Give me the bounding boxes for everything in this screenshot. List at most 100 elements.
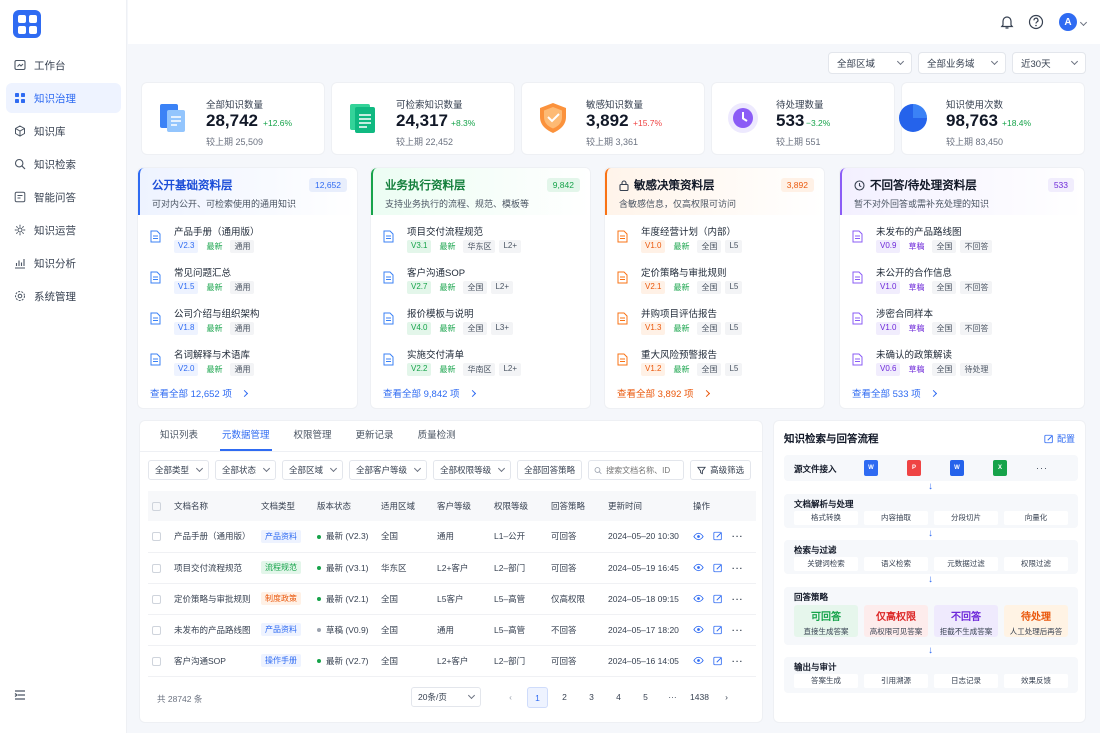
select-all-checkbox[interactable]: [152, 502, 161, 512]
view-icon[interactable]: [693, 562, 704, 573]
column-header[interactable]: 更新时间: [604, 491, 689, 521]
answer-strategy-filter[interactable]: 全部回答策略: [517, 460, 583, 480]
page-button[interactable]: 5: [635, 687, 656, 708]
app-logo[interactable]: [13, 10, 41, 38]
list-item[interactable]: 客户沟通SOP V2.7 最新 全国 L2+: [383, 265, 583, 301]
more-icon[interactable]: ···: [732, 656, 744, 666]
tab-knowledge-list[interactable]: 知识列表: [148, 421, 210, 451]
edit-icon[interactable]: [713, 656, 723, 666]
list-item[interactable]: 项目交付流程规范 V3.1 最新 华东区 L2+: [383, 224, 583, 260]
collapse-sidebar-icon[interactable]: [13, 688, 27, 702]
page-button[interactable]: 3: [581, 687, 602, 708]
view-all-link[interactable]: 查看全部 533 项: [852, 386, 937, 400]
chevron-down-icon[interactable]: [1079, 18, 1088, 27]
page-button[interactable]: 4: [608, 687, 629, 708]
page-button[interactable]: 1: [527, 687, 548, 708]
view-all-link[interactable]: 查看全部 3,892 项: [617, 386, 710, 400]
period-select[interactable]: 近30天: [1012, 52, 1086, 74]
row-checkbox[interactable]: [152, 532, 161, 542]
type-filter[interactable]: 全部类型: [148, 460, 210, 480]
list-item[interactable]: 年度经营计划（内部） V1.0 最新 全国 L5: [617, 224, 817, 260]
column-header[interactable]: 版本状态: [313, 491, 377, 521]
sidebar-item-operations[interactable]: 知识运营: [6, 215, 121, 245]
region-select[interactable]: 全部区域: [828, 52, 912, 74]
more-icon[interactable]: ···: [732, 563, 744, 573]
list-item[interactable]: 重大风险预警报告 V1.2 最新 全国 L5: [617, 347, 817, 383]
sidebar-item-system[interactable]: 系统管理: [6, 281, 121, 311]
lock-icon: [619, 179, 629, 191]
page-button[interactable]: 1438: [689, 687, 710, 708]
sidebar-item-analysis[interactable]: 知识分析: [6, 248, 121, 278]
document-icon: [150, 230, 161, 243]
help-icon[interactable]: [1027, 13, 1045, 31]
column-header[interactable]: 回答策略: [547, 491, 604, 521]
clock-icon: [854, 179, 865, 191]
advanced-filter-button[interactable]: 高级筛选: [690, 460, 752, 480]
config-button[interactable]: 配置: [1044, 432, 1075, 445]
list-item[interactable]: 未发布的产品路线图 V0.9 草稿 全国 不回答: [852, 224, 1052, 260]
tab-quality[interactable]: 质量检测: [406, 421, 468, 451]
list-item[interactable]: 产品手册（通用版） V2.3 最新 通用: [150, 224, 350, 260]
view-all-link[interactable]: 查看全部 9,842 项: [383, 386, 476, 400]
status-filter[interactable]: 全部状态: [215, 460, 277, 480]
column-header[interactable]: 文档类型: [257, 491, 313, 521]
avatar[interactable]: A: [1059, 13, 1077, 31]
more-icon[interactable]: ···: [732, 625, 744, 635]
search-box[interactable]: [588, 460, 685, 480]
bell-icon[interactable]: [998, 13, 1016, 31]
edit-icon[interactable]: [713, 531, 723, 541]
list-item[interactable]: 涉密合同样本 V1.0 草稿 全国 不回答: [852, 306, 1052, 342]
region-filter[interactable]: 全部区域: [282, 460, 344, 480]
column-header[interactable]: 客户等级: [433, 491, 490, 521]
page-size-select[interactable]: 20条/页: [411, 687, 481, 707]
list-item[interactable]: 并购项目评估报告 V1.3 最新 全国 L5: [617, 306, 817, 342]
table-row[interactable]: 产品手册（通用版） 产品资料 最新 (V2.3) 全国 通用 L1–公开 可回答…: [148, 521, 756, 553]
sidebar-item-governance[interactable]: 知识治理: [6, 83, 121, 113]
view-icon[interactable]: [693, 593, 704, 604]
column-header[interactable]: 文档名称: [170, 491, 257, 521]
table-row[interactable]: 未发布的产品路线图 产品资料 草稿 (V0.9) 全国 通用 L5–高管 不回答…: [148, 614, 756, 646]
next-page-button[interactable]: ›: [716, 687, 737, 708]
view-icon[interactable]: [693, 624, 704, 635]
edit-icon[interactable]: [713, 563, 723, 573]
tab-divider: [140, 451, 762, 452]
tab-update-log[interactable]: 更新记录: [344, 421, 406, 451]
column-header[interactable]: 权限等级: [490, 491, 547, 521]
sidebar-item-qa[interactable]: 智能问答: [6, 182, 121, 212]
row-checkbox[interactable]: [152, 625, 161, 635]
row-checkbox[interactable]: [152, 563, 161, 573]
list-item[interactable]: 公司介绍与组织架构 V1.8 最新 通用: [150, 306, 350, 342]
list-item[interactable]: 报价模板与说明 V4.0 最新 全国 L3+: [383, 306, 583, 342]
prev-page-button[interactable]: ‹: [500, 687, 521, 708]
list-item[interactable]: 未公开的合作信息 V1.0 草稿 全国 不回答: [852, 265, 1052, 301]
business-select[interactable]: 全部业务域: [918, 52, 1006, 74]
sidebar-item-workbench[interactable]: 工作台: [6, 50, 121, 80]
sidebar-item-knowledge-base[interactable]: 知识库: [6, 116, 121, 146]
list-item[interactable]: 定价策略与审批规则 V2.1 最新 全国 L5: [617, 265, 817, 301]
search-input[interactable]: [606, 465, 679, 475]
more-icon[interactable]: ···: [732, 531, 744, 541]
list-item[interactable]: 名词解释与术语库 V2.0 最新 通用: [150, 347, 350, 383]
list-item[interactable]: 实施交付清单 V2.2 最新 华南区 L2+: [383, 347, 583, 383]
stat-previous: 较上期 22,452: [396, 137, 454, 147]
more-icon[interactable]: ···: [732, 594, 744, 604]
view-icon[interactable]: [693, 531, 704, 542]
row-checkbox[interactable]: [152, 656, 161, 666]
client-level-filter[interactable]: 全部客户等级: [349, 460, 428, 480]
tab-permissions[interactable]: 权限管理: [282, 421, 344, 451]
page-button[interactable]: 2: [554, 687, 575, 708]
row-checkbox[interactable]: [152, 594, 161, 604]
table-row[interactable]: 客户沟通SOP 操作手册 最新 (V2.7) 全国 L2+客户 L2–部门 可回…: [148, 645, 756, 677]
edit-icon[interactable]: [713, 594, 723, 604]
edit-icon[interactable]: [713, 625, 723, 635]
table-row[interactable]: 定价策略与审批规则 制度政策 最新 (V2.1) 全国 L5客户 L5–高管 仅…: [148, 583, 756, 615]
column-header[interactable]: 适用区域: [377, 491, 433, 521]
list-item[interactable]: 常见问题汇总 V1.5 最新 通用: [150, 265, 350, 301]
permission-level-filter[interactable]: 全部权限等级: [433, 460, 512, 480]
view-icon[interactable]: [693, 655, 704, 666]
sidebar-item-search[interactable]: 知识检索: [6, 149, 121, 179]
tab-metadata[interactable]: 元数据管理: [210, 421, 282, 451]
list-item[interactable]: 未确认的政策解读 V0.6 草稿 全国 待处理: [852, 347, 1052, 383]
table-row[interactable]: 项目交付流程规范 流程规范 最新 (V3.1) 华东区 L2+客户 L2–部门 …: [148, 552, 756, 584]
view-all-link[interactable]: 查看全部 12,652 项: [150, 386, 248, 400]
